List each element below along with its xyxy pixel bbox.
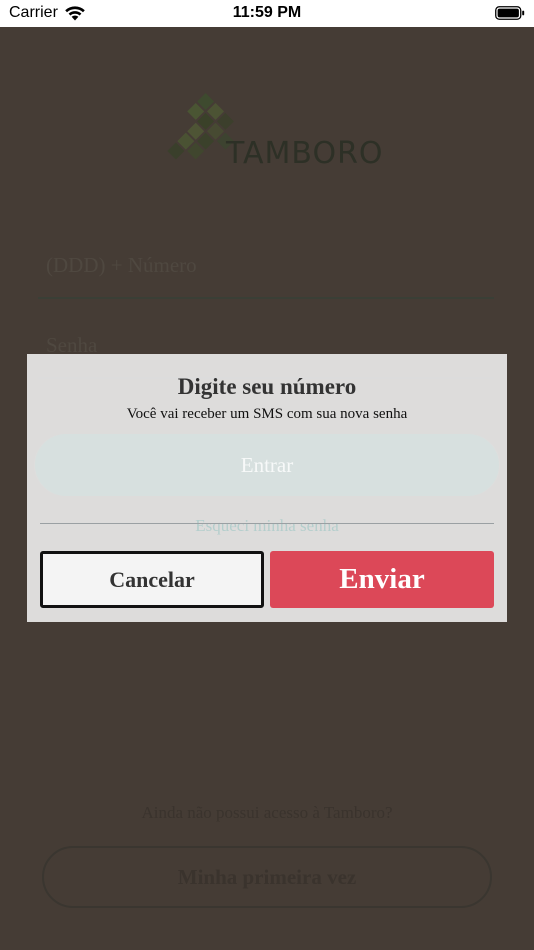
first-time-button[interactable]: Minha primeira vez [42,846,492,908]
no-access-text: Ainda não possui acesso à Tamboro? [141,803,393,822]
phone-placeholder: (DDD) + Número [46,253,197,277]
cancel-button[interactable]: Cancelar [40,551,264,608]
phone-number-input[interactable] [40,447,494,524]
reset-password-dialog: Entrar Esqueci minha senha Digite seu nú… [27,354,507,622]
phone-field[interactable]: (DDD) + Número [38,247,494,299]
status-time: 11:59 PM [232,4,302,21]
tamboro-logo: TAMBORO [150,89,390,189]
battery-icon [495,6,525,20]
dialog-message: Você vai receber um SMS com sua nova sen… [126,406,408,422]
logo-wordmark: TAMBORO [226,136,384,171]
dialog-title: Digite seu número [177,374,357,399]
status-bar: Carrier 11:59 PM [0,0,534,27]
send-button[interactable]: Enviar [270,551,494,608]
